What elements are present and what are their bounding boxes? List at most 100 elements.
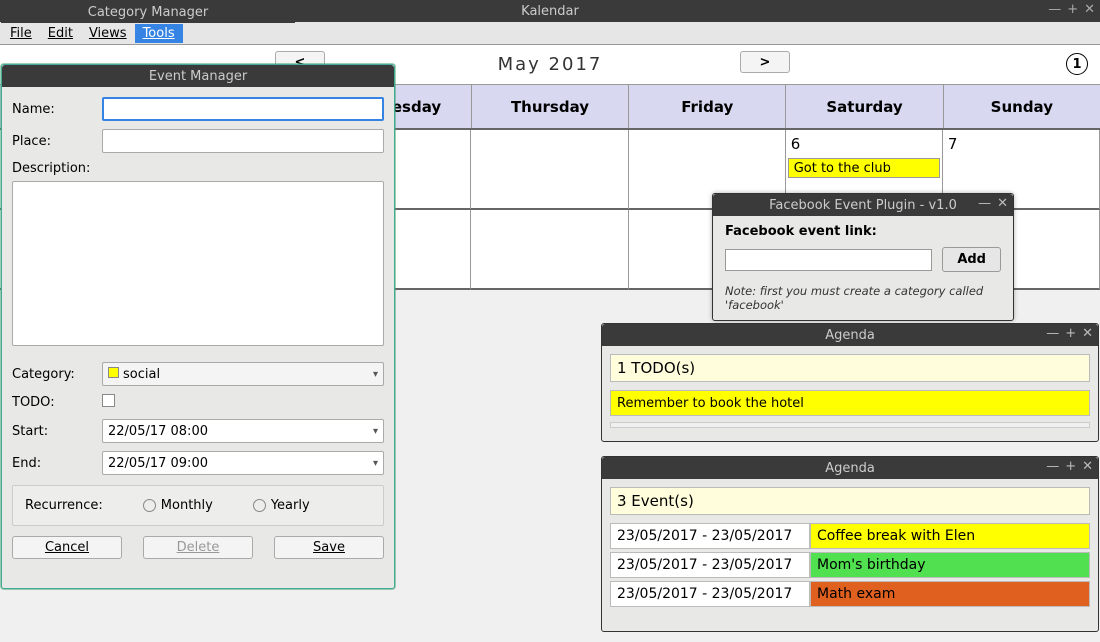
menu-views[interactable]: Views [81, 24, 135, 43]
window-controls: — + ✕ [1046, 326, 1093, 341]
minimize-icon[interactable]: — [978, 196, 991, 211]
todo-text: Remember to book the hotel [617, 396, 804, 411]
maximize-icon[interactable]: + [1065, 326, 1076, 341]
add-button[interactable]: Add [942, 247, 1001, 272]
menubar: File Edit Views Tools [0, 22, 1100, 45]
day-number: 7 [948, 135, 958, 153]
start-label: Start: [12, 424, 92, 439]
start-datetime[interactable]: 22/05/17 08:00 [102, 419, 384, 443]
next-month-button[interactable]: > [740, 51, 790, 73]
recurrence-label: Recurrence: [25, 498, 103, 513]
minimize-icon[interactable]: — [1046, 459, 1059, 474]
name-label: Name: [12, 102, 92, 117]
header-saturday: Saturday [786, 85, 943, 128]
menu-edit[interactable]: Edit [40, 24, 81, 43]
cell-thu-2[interactable] [471, 210, 628, 290]
end-label: End: [12, 456, 92, 471]
agenda-todo-item[interactable]: Remember to book the hotel [610, 390, 1090, 416]
minimize-icon[interactable]: — [1048, 2, 1061, 17]
delete-button[interactable]: Delete [143, 536, 253, 559]
agenda-event-row[interactable]: 23/05/2017 - 23/05/2017 Mom's birthday [610, 552, 1090, 578]
save-button[interactable]: Save [274, 536, 384, 559]
header-friday: Friday [629, 85, 786, 128]
cancel-label: Cancel [45, 540, 89, 555]
cancel-button[interactable]: Cancel [12, 536, 122, 559]
end-value: 22/05/17 09:00 [108, 456, 208, 471]
event-date: 23/05/2017 - 23/05/2017 [610, 581, 810, 607]
recurrence-yearly[interactable]: Yearly [253, 498, 310, 513]
minimize-icon[interactable]: — [1046, 326, 1059, 341]
event-title: Coffee break with Elen [810, 523, 1090, 549]
todo-checkbox[interactable] [102, 394, 115, 407]
recurrence-monthly[interactable]: Monthly [143, 498, 213, 513]
plugin-note: Note: first you must create a category c… [725, 284, 1001, 312]
dialog-titlebar[interactable]: Agenda — + ✕ [602, 457, 1098, 479]
event-date: 23/05/2017 - 23/05/2017 [610, 552, 810, 578]
yearly-label: Yearly [271, 498, 310, 513]
dialog-titlebar[interactable]: Category Manager [1, 1, 295, 23]
agenda-event-row[interactable]: 23/05/2017 - 23/05/2017 Math exam [610, 581, 1090, 607]
agenda-events-window: Agenda — + ✕ 3 Event(s) 23/05/2017 - 23/… [601, 456, 1099, 632]
header-thursday: Thursday [472, 85, 629, 128]
monthly-label: Monthly [161, 498, 213, 513]
window-controls: — ✕ [978, 196, 1008, 211]
color-swatch-icon [108, 367, 119, 378]
agenda-event-row[interactable]: 23/05/2017 - 23/05/2017 Coffee break wit… [610, 523, 1090, 549]
close-icon[interactable]: ✕ [1082, 326, 1093, 341]
close-icon[interactable]: ✕ [1084, 2, 1095, 17]
event-title: Mom's birthday [810, 552, 1090, 578]
category-value: social [123, 367, 160, 382]
place-label: Place: [12, 134, 92, 149]
delete-label: Delete [177, 540, 220, 555]
scroll-gutter [610, 422, 1090, 428]
add-label: Add [957, 252, 986, 267]
dialog-title: Agenda [825, 461, 875, 476]
event-date: 23/05/2017 - 23/05/2017 [610, 523, 810, 549]
agenda-section-header: 3 Event(s) [610, 487, 1090, 515]
facebook-plugin-dialog: Facebook Event Plugin - v1.0 — ✕ Faceboo… [712, 193, 1014, 321]
category-label: Category: [12, 367, 92, 382]
month-label: May 2017 [498, 54, 603, 75]
maximize-icon[interactable]: + [1065, 459, 1076, 474]
event-strip[interactable]: Got to the club [788, 158, 940, 178]
dialog-titlebar[interactable]: Event Manager [2, 65, 394, 87]
dialog-title: Event Manager [149, 69, 247, 84]
save-label: Save [313, 540, 345, 555]
event-title: Math exam [810, 581, 1090, 607]
mode-label: 1 [1072, 57, 1081, 72]
category-combo[interactable]: social [102, 362, 384, 386]
event-title: Got to the club [794, 161, 891, 176]
cell-thu-1[interactable] [471, 130, 628, 210]
place-input[interactable] [102, 129, 384, 153]
window-controls: — + ✕ [1046, 459, 1093, 474]
desc-label: Description: [12, 161, 384, 176]
view-mode-button[interactable]: 1 [1066, 53, 1088, 75]
end-datetime[interactable]: 22/05/17 09:00 [102, 451, 384, 475]
start-value: 22/05/17 08:00 [108, 424, 208, 439]
day-number: 6 [791, 135, 801, 153]
maximize-icon[interactable]: + [1067, 2, 1078, 17]
dialog-title: Agenda [825, 328, 875, 343]
header-sunday: Sunday [944, 85, 1100, 128]
dialog-titlebar[interactable]: Agenda — + ✕ [602, 324, 1098, 346]
todo-label: TODO: [12, 395, 92, 410]
dialog-title: Category Manager [88, 5, 209, 20]
app-title: Kalendar [521, 4, 579, 19]
close-icon[interactable]: ✕ [1082, 459, 1093, 474]
agenda-section-header: 1 TODO(s) [610, 354, 1090, 382]
dialog-title: Facebook Event Plugin - v1.0 [769, 198, 957, 213]
menu-file[interactable]: File [2, 24, 40, 43]
name-input[interactable] [102, 97, 384, 121]
radio-icon [143, 499, 156, 512]
chevron-right-icon: > [760, 55, 771, 70]
close-icon[interactable]: ✕ [997, 196, 1008, 211]
agenda-todo-window: Agenda — + ✕ 1 TODO(s) Remember to book … [601, 323, 1099, 442]
radio-icon [253, 499, 266, 512]
menu-tools[interactable]: Tools [135, 24, 183, 43]
link-label: Facebook event link: [725, 224, 1001, 239]
description-textarea[interactable] [12, 181, 384, 346]
facebook-link-input[interactable] [725, 249, 932, 271]
dialog-titlebar[interactable]: Facebook Event Plugin - v1.0 — ✕ [713, 194, 1013, 216]
event-manager-dialog: Event Manager Name: Place: Description: … [1, 64, 395, 589]
recurrence-group: Recurrence: Monthly Yearly [12, 485, 384, 526]
